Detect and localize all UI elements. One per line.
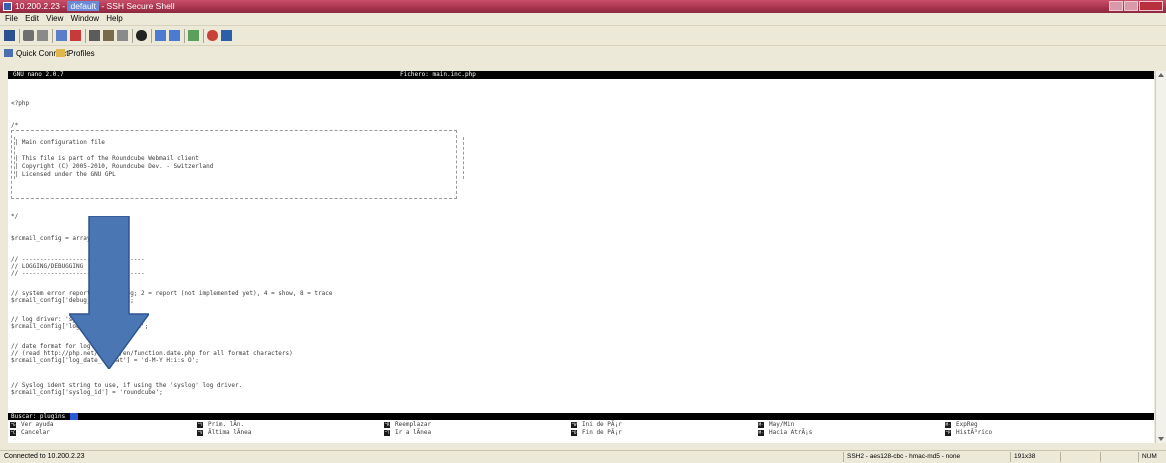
scroll-down-icon[interactable]	[1158, 437, 1164, 441]
window-title: 10.200.2.23 - default - SSH Secure Shell	[15, 1, 175, 11]
code-line: /*	[11, 122, 19, 129]
toolbar	[0, 25, 1166, 45]
profiles-button[interactable]: Profiles	[56, 46, 95, 62]
text-cursor	[70, 413, 78, 420]
copy-icon[interactable]	[89, 30, 100, 41]
disconnect-icon[interactable]	[70, 30, 81, 41]
shortcut-key: ^O	[571, 430, 577, 436]
shortcut-key: ^Y	[197, 422, 203, 428]
shortcut-label: Fin de PÃ¡r	[582, 429, 622, 436]
code-line: | Licensed under the GNU GPL	[11, 171, 116, 178]
code-line: | Main configuration file	[11, 139, 105, 146]
code-line: */	[11, 213, 19, 220]
shortcut-label: Cancelar	[21, 429, 50, 436]
new-terminal-icon[interactable]	[56, 30, 67, 41]
print-icon[interactable]	[23, 30, 34, 41]
paste-icon[interactable]	[103, 30, 114, 41]
code-line: $rcmail_config['syslog_id'] = 'roundcube…	[11, 389, 163, 396]
shortcut-label: Ver ayuda	[21, 421, 54, 428]
shortcut-label: May/Min	[769, 421, 795, 428]
shortcut-key: ^R	[384, 422, 390, 428]
close-button[interactable]	[1139, 1, 1163, 11]
menu-file[interactable]: File	[5, 13, 18, 25]
help-icon[interactable]	[221, 30, 232, 41]
find-icon[interactable]	[136, 30, 147, 41]
scroll-up-icon[interactable]	[1158, 73, 1164, 77]
shortcut-label: ExpReg	[956, 421, 978, 428]
paste-special-icon[interactable]	[117, 30, 128, 41]
shortcut-key: M-C	[758, 422, 764, 433]
menu-edit[interactable]: Edit	[25, 13, 39, 25]
folder-icon	[56, 49, 65, 57]
menu-help[interactable]: Help	[106, 13, 122, 25]
app-icon	[3, 2, 12, 11]
nano-version: GNU nano 2.0.7	[13, 71, 64, 78]
shortcut-label: Ir a lÃ­nea	[395, 429, 432, 436]
nano-header: GNU nano 2.0.7 Fichero: main.inc.php	[8, 71, 1154, 79]
shortcut-label: Ini de PÃ¡r	[582, 421, 622, 428]
down-arrow-icon	[69, 216, 149, 369]
shortcut-key: ^G	[10, 422, 16, 428]
status-bar: Connected to 10.200.2.23 SSH2 - aes128-c…	[0, 450, 1166, 463]
quick-connect-icon	[4, 49, 13, 57]
terminal-area[interactable]: GNU nano 2.0.7 Fichero: main.inc.php <?p…	[8, 71, 1154, 443]
print-preview-icon[interactable]	[37, 30, 48, 41]
settings-icon[interactable]	[155, 30, 166, 41]
menu-bar: File Edit View Window Help	[0, 13, 1166, 25]
search-prompt[interactable]: Buscar: plugins	[8, 413, 1154, 420]
shortcut-label: Ãltima lÃ­nea	[208, 429, 252, 436]
shortcut-label: Prim. lÃ­n.	[208, 421, 245, 428]
status-cell-empty	[1100, 452, 1124, 462]
num-lock-indicator: NUM	[1138, 452, 1157, 462]
window-controls	[1109, 1, 1163, 11]
save-icon[interactable]	[4, 30, 15, 41]
shortcut-label: HistÃ³rico	[956, 429, 993, 436]
shortcut-label: Reemplazar	[395, 421, 432, 428]
shortcut-key: ^T	[384, 430, 390, 436]
maximize-button[interactable]	[1124, 1, 1138, 11]
shortcut-key: ^W	[571, 422, 577, 428]
code-line: | Copyright (C) 2005-2010, Roundcube Dev…	[11, 163, 214, 170]
shortcut-key: ^P	[945, 430, 951, 436]
lock-icon	[1060, 452, 1088, 462]
code-line: <?php	[11, 100, 30, 107]
nano-filename: Fichero: main.inc.php	[400, 71, 476, 78]
shortcut-label: Hacia AtrÃ¡s	[769, 429, 813, 436]
comment-box-right	[463, 137, 464, 179]
settings-alt-icon[interactable]	[169, 30, 180, 41]
quick-bar: Quick Connect Profiles	[0, 45, 1166, 62]
file-transfer-icon[interactable]	[188, 30, 199, 41]
code-line: | This file is part of the Roundcube Web…	[11, 155, 199, 162]
vertical-scrollbar[interactable]	[1155, 71, 1166, 443]
shortcut-key: M-R	[945, 422, 951, 433]
shortcut-key: ^V	[197, 430, 203, 436]
shortcut-key: M-B	[758, 430, 764, 441]
connection-status: Connected to 10.200.2.23	[4, 453, 85, 460]
cipher-info: SSH2 - aes128-cbc - hmac-md5 - none	[843, 452, 960, 462]
minimize-button[interactable]	[1109, 1, 1123, 11]
colors-icon[interactable]	[207, 30, 218, 41]
title-bar: 10.200.2.23 - default - SSH Secure Shell	[0, 0, 1166, 13]
menu-view[interactable]: View	[46, 13, 63, 25]
shortcut-key: ^C	[10, 430, 16, 436]
search-prompt-text: Buscar: plugins	[11, 413, 66, 420]
terminal-size: 191x38	[1010, 452, 1035, 462]
menu-window[interactable]: Window	[71, 13, 99, 25]
